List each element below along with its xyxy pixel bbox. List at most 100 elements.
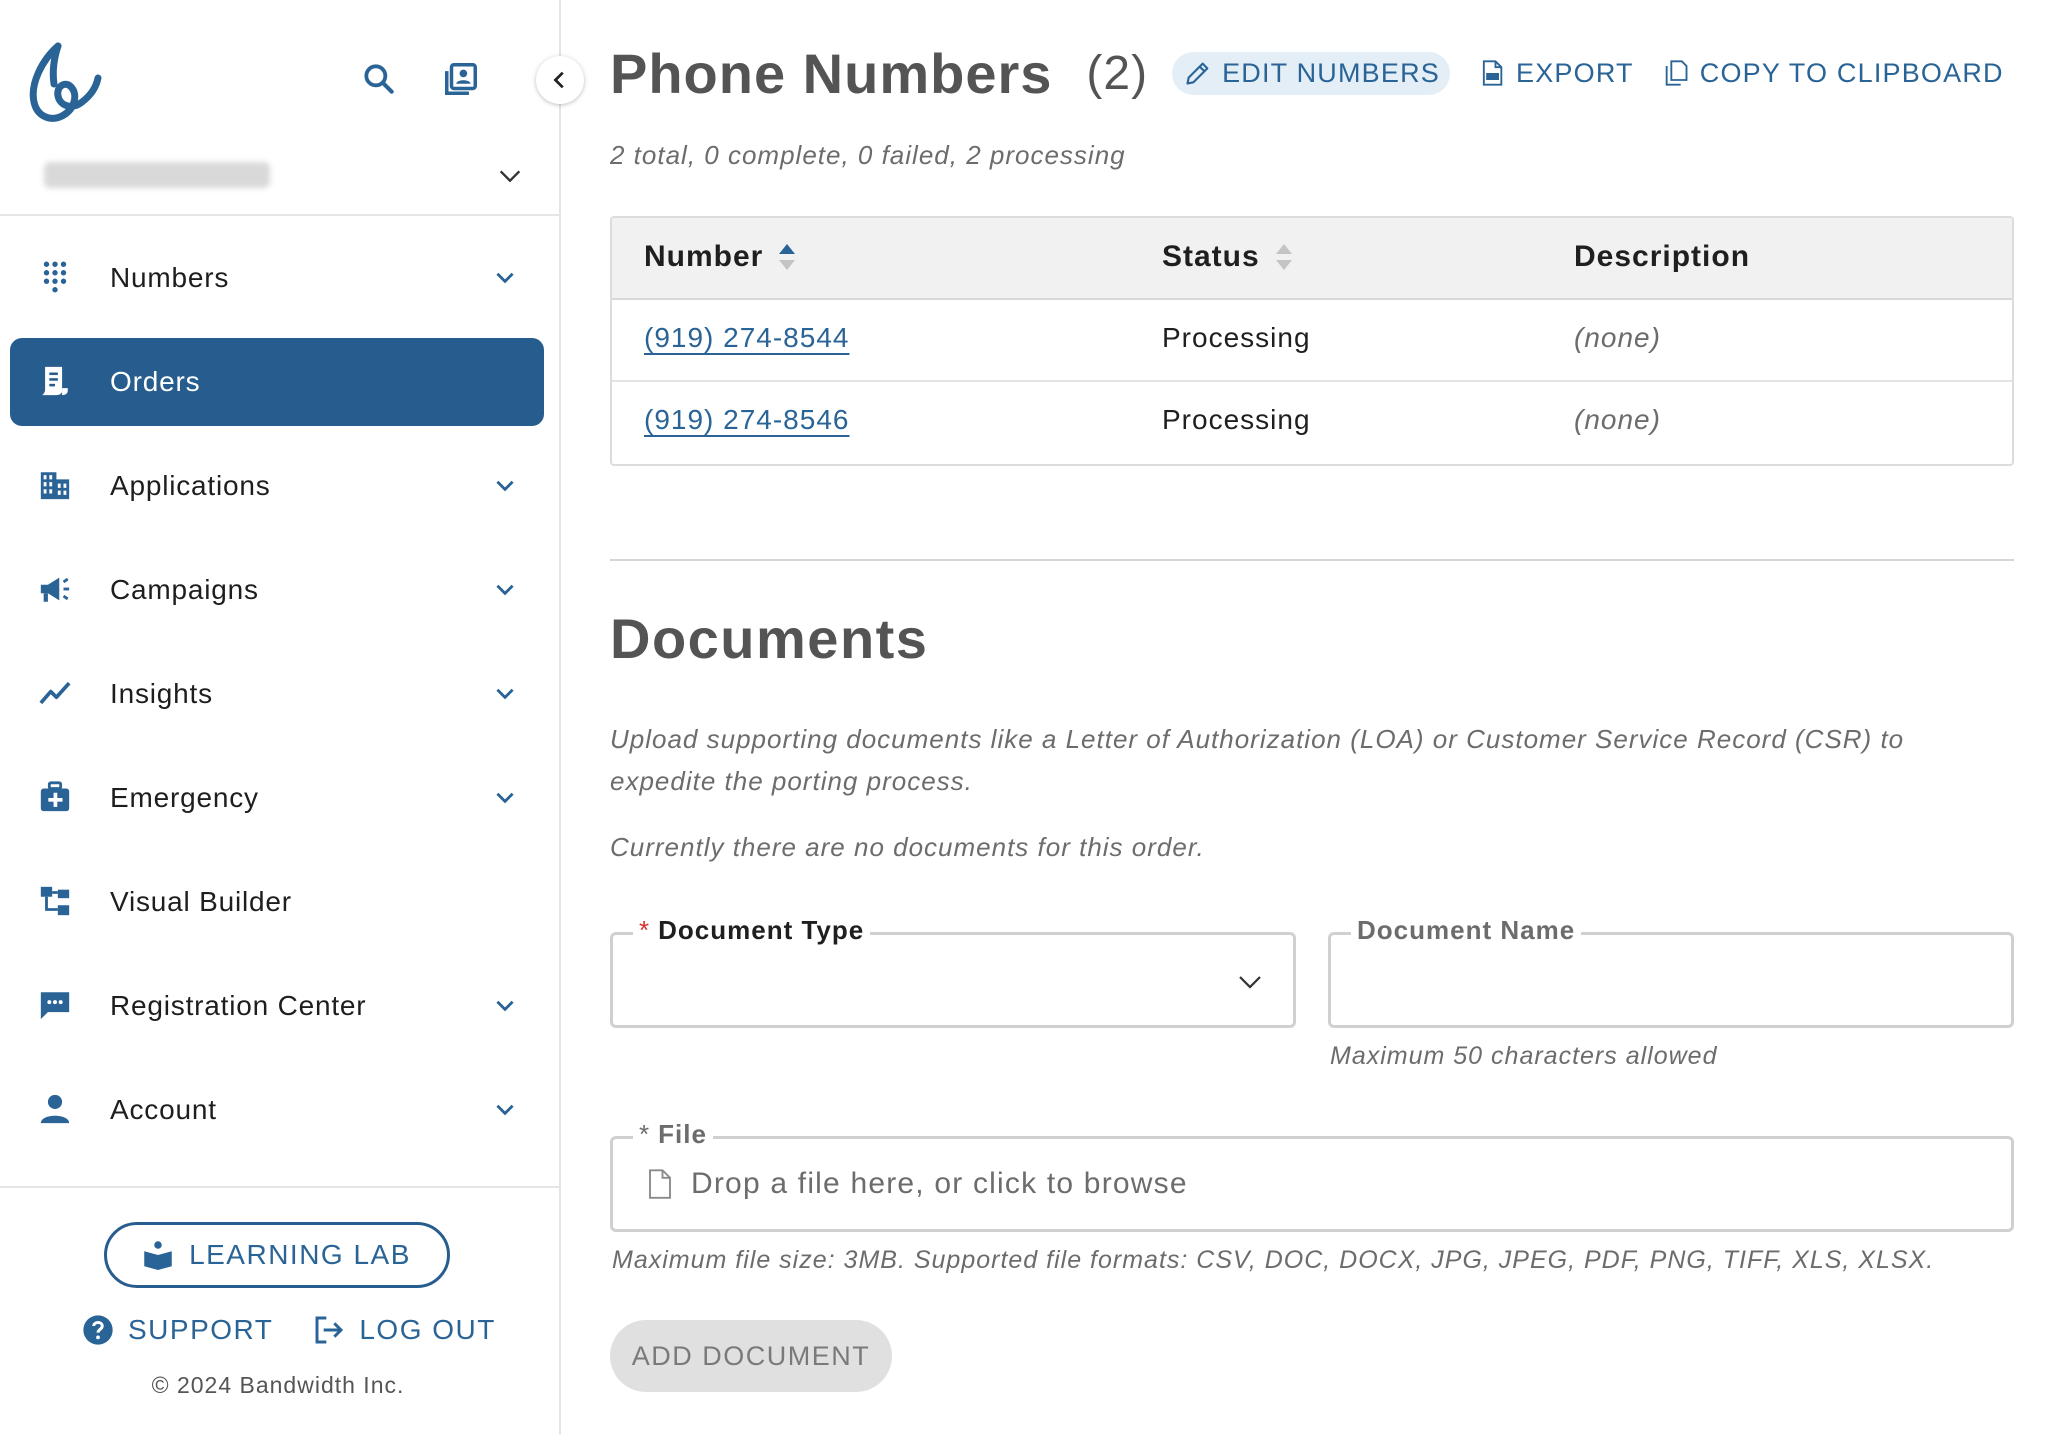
chevron-down-icon[interactable]: [492, 472, 518, 498]
document-name-label: Document Name: [1351, 915, 1582, 946]
logout-icon: [315, 1316, 344, 1344]
dialpad-icon: [43, 261, 67, 293]
person-icon: [40, 1094, 70, 1124]
sidebar-item-visual-builder[interactable]: Visual Builder: [10, 858, 544, 946]
copy-icon: [1665, 60, 1688, 86]
chevron-down-icon[interactable]: [492, 1096, 518, 1122]
collapse-sidebar-button[interactable]: [536, 56, 584, 104]
sidebar-item-applications[interactable]: Applications: [10, 442, 544, 530]
edit-numbers-button[interactable]: EDIT NUMBERS: [1172, 51, 1451, 95]
building-icon: [40, 472, 70, 500]
phone-number-link[interactable]: (919) 274-8544: [644, 322, 849, 354]
flow-builder-icon: [40, 886, 70, 916]
search-icon[interactable]: [360, 60, 398, 98]
logout-label: LOG OUT: [359, 1314, 496, 1345]
document-name-helper: Maximum 50 characters allowed: [1330, 1042, 1718, 1070]
medical-kit-icon: [40, 781, 70, 812]
sidebar-nav: Numbers Orders Applications Campaigns In…: [10, 234, 544, 1170]
file-label: * File: [633, 1119, 713, 1150]
logout-link[interactable]: LOG OUT: [313, 1314, 496, 1346]
sidebar-item-label: Registration Center: [110, 990, 367, 1021]
column-label: Description: [1574, 240, 1751, 273]
description-cell: (none): [1574, 322, 1661, 353]
sidebar-item-numbers[interactable]: Numbers: [10, 234, 544, 322]
file-label-text: File: [658, 1119, 707, 1149]
copyright: © 2024 Bandwidth Inc.: [151, 1372, 405, 1398]
sidebar-item-label: Applications: [110, 470, 271, 501]
description-cell: (none): [1574, 404, 1661, 435]
trend-line-icon: [39, 681, 71, 705]
book-reader-icon: [144, 1241, 172, 1270]
sort-icon: [1275, 244, 1292, 270]
support-label: SUPPORT: [128, 1314, 274, 1345]
support-link[interactable]: SUPPORT: [82, 1314, 273, 1346]
document-type-label: * Document Type: [633, 915, 871, 946]
chevron-down-icon[interactable]: [496, 162, 524, 190]
sidebar-divider: [0, 214, 561, 216]
sidebar-item-label: Emergency: [110, 782, 259, 813]
file-placeholder: Drop a file here, or click to browse: [691, 1167, 1188, 1200]
learning-lab-button[interactable]: LEARNING LAB: [104, 1222, 450, 1288]
status-cell: Processing: [1162, 322, 1311, 353]
phone-number-link[interactable]: (919) 274-8546: [644, 404, 849, 436]
column-label: Number: [644, 240, 764, 273]
page-title: Phone Numbers: [610, 41, 1053, 105]
numbers-summary: 2 total, 0 complete, 0 failed, 2 process…: [610, 140, 1126, 170]
sidebar-item-registration-center[interactable]: Registration Center: [10, 962, 544, 1050]
bandwidth-logo[interactable]: [28, 40, 102, 124]
add-document-button[interactable]: ADD DOCUMENT: [610, 1320, 892, 1392]
documents-description: Upload supporting documents like a Lette…: [610, 724, 1905, 796]
sidebar-item-account[interactable]: Account: [10, 1066, 544, 1154]
add-document-label: ADD DOCUMENT: [631, 1340, 871, 1371]
chevron-down-icon[interactable]: [492, 992, 518, 1018]
document-name-field[interactable]: Document Name: [1328, 915, 2014, 1028]
file-icon: [649, 1169, 671, 1199]
help-circle-icon: [83, 1315, 113, 1345]
copy-to-clipboard-button[interactable]: COPY TO CLIPBOARD: [1662, 58, 2004, 89]
documents-empty-message: Currently there are no documents for thi…: [610, 832, 1205, 862]
export-label: EXPORT: [1516, 57, 1634, 88]
learning-lab-label: LEARNING LAB: [189, 1239, 411, 1270]
status-cell: Processing: [1162, 404, 1311, 435]
account-name-redacted: [44, 162, 270, 188]
sidebar-item-campaigns[interactable]: Campaigns: [10, 546, 544, 634]
required-asterisk: *: [639, 1119, 651, 1149]
column-header-description: Description: [1574, 240, 1750, 274]
document-type-label-text: Document Type: [658, 915, 865, 945]
receipt-icon: [42, 366, 68, 396]
chevron-down-icon[interactable]: [492, 784, 518, 810]
contacts-book-icon[interactable]: [442, 60, 480, 98]
column-header-number[interactable]: Number: [644, 240, 797, 274]
file-helper: Maximum file size: 3MB. Supported file f…: [612, 1246, 1935, 1274]
phone-numbers-header: Phone Numbers (2) EDIT NUMBERS EXPORT CO…: [610, 38, 2004, 108]
sidebar-item-insights[interactable]: Insights: [10, 650, 544, 738]
numbers-count: (2): [1086, 46, 1149, 100]
column-header-status[interactable]: Status: [1162, 240, 1294, 274]
phone-numbers-table: Number Status Description (919) 274-8544…: [610, 216, 2014, 466]
sidebar-item-orders[interactable]: Orders: [10, 338, 544, 426]
section-divider: [610, 559, 2014, 561]
sidebar-item-label: Numbers: [110, 262, 230, 293]
sidebar-item-label: Campaigns: [110, 574, 259, 605]
sidebar-item-emergency[interactable]: Emergency: [10, 754, 544, 842]
sidebar-divider: [0, 1186, 561, 1188]
chevron-down-icon[interactable]: [492, 680, 518, 706]
document-type-select[interactable]: * Document Type: [610, 915, 1296, 1028]
file-drop-prompt: Drop a file here, or click to browse: [647, 1167, 1188, 1201]
export-button[interactable]: EXPORT: [1478, 58, 1634, 89]
documents-title: Documents: [610, 607, 929, 670]
megaphone-icon: [40, 577, 70, 602]
copy-to-clipboard-label: COPY TO CLIPBOARD: [1699, 57, 2004, 88]
chevron-down-icon[interactable]: [492, 576, 518, 602]
account-selector[interactable]: [44, 158, 524, 192]
column-label: Status: [1162, 240, 1260, 273]
sidebar-item-label: Orders: [110, 366, 201, 397]
sidebar-item-label: Insights: [110, 678, 213, 709]
sidebar: Numbers Orders Applications Campaigns In…: [0, 0, 561, 1434]
csv-file-icon: [1482, 60, 1503, 86]
chevron-down-icon[interactable]: [492, 264, 518, 290]
file-dropzone[interactable]: * File Drop a file here, or click to brow…: [610, 1119, 2014, 1232]
support-logout-row: SUPPORT LOG OUT: [82, 1310, 496, 1350]
sidebar-item-label: Visual Builder: [110, 886, 292, 917]
required-asterisk: *: [639, 915, 651, 945]
